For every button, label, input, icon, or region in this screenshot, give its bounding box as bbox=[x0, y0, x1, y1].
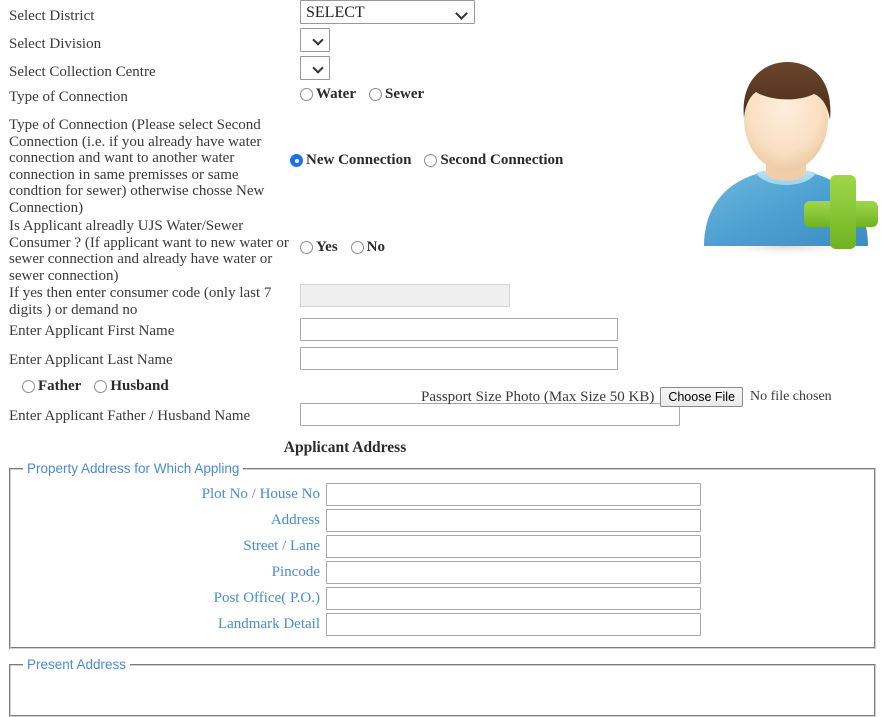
radio-group-ujs-consumer: Yes No bbox=[300, 240, 385, 255]
select-division[interactable] bbox=[300, 28, 330, 52]
radio-option-father[interactable]: Father bbox=[22, 379, 81, 394]
applicant-address-heading: Applicant Address bbox=[283, 439, 407, 456]
radio-second-connection-label: Second Connection bbox=[440, 152, 564, 168]
select-district[interactable]: SELECT bbox=[300, 0, 475, 24]
select-collection-centre[interactable] bbox=[300, 56, 330, 80]
row-consumer-code: If yes then enter consumer code (only la… bbox=[0, 284, 894, 318]
radio-option-husband[interactable]: Husband bbox=[94, 378, 169, 394]
label-pincode: Pincode bbox=[271, 563, 320, 580]
passport-photo-caption: Passport Size Photo (Max Size 50 KB) bbox=[421, 388, 655, 405]
label-father-husband-name: Enter Applicant Father / Husband Name bbox=[9, 408, 251, 424]
radio-group-connection-kind: New Connection Second Connection bbox=[290, 153, 563, 168]
plot-no-input[interactable] bbox=[326, 482, 701, 506]
address-row-street-lane: Street / Lane bbox=[11, 533, 874, 559]
label-consumer-code: If yes then enter consumer code (only la… bbox=[9, 285, 272, 318]
radio-water-input[interactable] bbox=[300, 88, 313, 101]
label-street-lane: Street / Lane bbox=[243, 537, 320, 554]
pincode-input[interactable] bbox=[326, 560, 701, 584]
radio-yes-label: Yes bbox=[316, 239, 338, 255]
radio-option-yes[interactable]: Yes bbox=[300, 240, 338, 255]
row-type-of-connection: Type of Connection Water Sewer bbox=[0, 87, 894, 113]
row-ujs-consumer: Is Applicant alreadly UJS Water/Sewer Co… bbox=[0, 216, 894, 284]
row-select-district: Select District SELECT bbox=[0, 0, 894, 28]
address-row-landmark: Landmark Detail bbox=[11, 611, 874, 637]
label-last-name: Enter Applicant Last Name bbox=[9, 352, 173, 368]
street-lane-input[interactable] bbox=[326, 534, 701, 558]
label-select-district: Select District bbox=[9, 8, 95, 24]
radio-sewer-input[interactable] bbox=[368, 88, 382, 101]
choose-file-button[interactable]: Choose File bbox=[660, 387, 744, 407]
radio-new-connection-label: New Connection bbox=[306, 152, 412, 168]
property-address-fieldset: Property Address for Which Appling Plot … bbox=[9, 461, 876, 649]
label-select-division: Select Division bbox=[9, 36, 102, 52]
label-connection-kind: Type of Connection (Please select Second… bbox=[9, 117, 265, 216]
radio-sewer-label: Sewer bbox=[384, 86, 425, 102]
radio-new-connection-input[interactable] bbox=[290, 154, 303, 167]
radio-water-label: Water bbox=[316, 86, 356, 102]
radio-option-sewer[interactable]: Sewer bbox=[368, 86, 425, 102]
label-first-name: Enter Applicant First Name bbox=[9, 323, 175, 339]
select-collection-centre-wrapper bbox=[300, 56, 330, 80]
address-row-post-office: Post Office( P.O.) bbox=[11, 585, 874, 611]
label-post-office: Post Office( P.O.) bbox=[213, 589, 320, 606]
label-landmark-detail: Landmark Detail bbox=[217, 615, 320, 632]
label-address: Address bbox=[270, 511, 320, 528]
post-office-input[interactable] bbox=[326, 586, 701, 610]
select-district-wrapper: SELECT bbox=[300, 0, 475, 24]
radio-option-second-connection[interactable]: Second Connection bbox=[424, 153, 563, 168]
radio-option-water[interactable]: Water bbox=[300, 87, 356, 102]
row-select-division: Select Division bbox=[0, 28, 894, 56]
label-ujs-consumer: Is Applicant alreadly UJS Water/Sewer Co… bbox=[9, 218, 289, 284]
radio-husband-label: Husband bbox=[110, 378, 169, 394]
radio-no-input[interactable] bbox=[350, 241, 364, 254]
row-first-name: Enter Applicant First Name bbox=[0, 318, 894, 347]
label-plot-no: Plot No / House No bbox=[201, 485, 320, 502]
row-select-collection-centre: Select Collection Centre bbox=[0, 56, 894, 87]
file-status-text: No file chosen bbox=[750, 389, 832, 404]
radio-option-new-connection[interactable]: New Connection bbox=[290, 153, 411, 168]
label-type-of-connection: Type of Connection bbox=[9, 89, 128, 105]
passport-photo-upload: Passport Size Photo (Max Size 50 KB) Cho… bbox=[421, 387, 832, 407]
radio-husband-input[interactable] bbox=[94, 380, 108, 393]
radio-no-label: No bbox=[366, 239, 386, 255]
row-last-name: Enter Applicant Last Name bbox=[0, 347, 894, 376]
radio-group-relation: Father Husband bbox=[22, 379, 169, 394]
radio-option-no[interactable]: No bbox=[350, 239, 386, 255]
address-row-plot-no: Plot No / House No bbox=[11, 481, 874, 507]
last-name-input[interactable] bbox=[300, 347, 618, 370]
address-input[interactable] bbox=[326, 508, 701, 532]
radio-yes-input[interactable] bbox=[300, 241, 313, 254]
radio-father-label: Father bbox=[38, 378, 82, 394]
radio-group-connection-type: Water Sewer bbox=[300, 87, 424, 102]
select-division-wrapper bbox=[300, 28, 330, 52]
radio-father-input[interactable] bbox=[22, 380, 35, 393]
consumer-code-input[interactable] bbox=[300, 284, 510, 307]
row-connection-kind: Type of Connection (Please select Second… bbox=[0, 113, 894, 216]
present-address-legend: Present Address bbox=[27, 657, 127, 672]
label-select-collection-centre: Select Collection Centre bbox=[9, 64, 156, 80]
property-address-legend: Property Address for Which Appling bbox=[27, 461, 240, 476]
present-address-fieldset: Present Address bbox=[9, 657, 876, 717]
connection-application-form: Select District SELECT Select Division S… bbox=[0, 0, 894, 717]
row-father-husband-name: Enter Applicant Father / Husband Name bbox=[0, 403, 894, 433]
radio-second-connection-input[interactable] bbox=[424, 154, 438, 167]
address-row-address: Address bbox=[11, 507, 874, 533]
first-name-input[interactable] bbox=[300, 318, 618, 341]
address-row-pincode: Pincode bbox=[11, 559, 874, 585]
landmark-detail-input[interactable] bbox=[326, 612, 701, 636]
